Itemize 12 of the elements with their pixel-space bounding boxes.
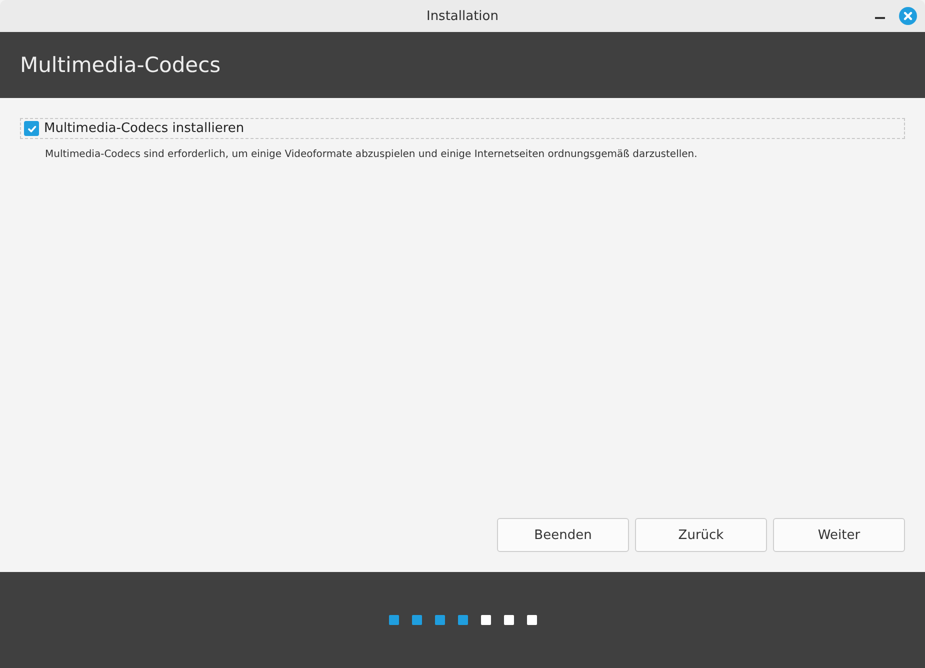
codecs-option[interactable]: Multimedia-Codecs installieren: [20, 118, 905, 139]
window-title: Installation: [426, 8, 498, 24]
checkbox[interactable]: [24, 121, 39, 136]
dialog-button[interactable]: Beenden: [497, 518, 629, 552]
dialog-button[interactable]: Zurück: [635, 518, 767, 552]
dialog-button[interactable]: Weiter: [773, 518, 905, 552]
option-description: Multimedia-Codecs sind erforderlich, um einige Videoformate abzuspielen und einige Internetseiten ordnungsgemäß darzustellen.: [45, 149, 698, 160]
page-title: Multimedia-Codecs: [20, 53, 221, 77]
minimize-icon[interactable]: [875, 16, 885, 20]
close-icon[interactable]: [899, 7, 917, 25]
checkmark-icon: [26, 124, 36, 134]
option-label: Multimedia-Codecs installieren: [44, 121, 244, 136]
